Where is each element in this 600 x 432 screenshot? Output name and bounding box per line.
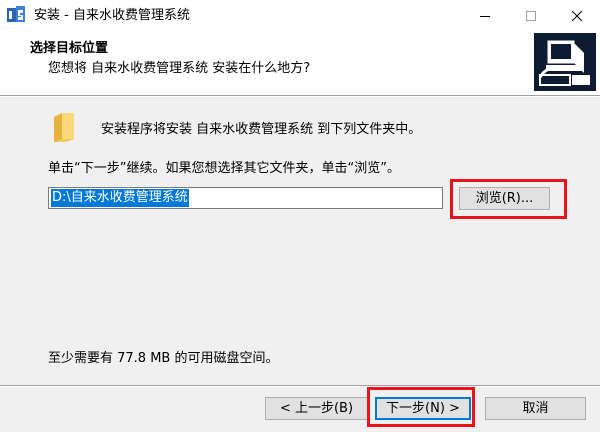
browse-button[interactable]: 浏览(R)...	[459, 187, 550, 210]
install-info-text: 安装程序将安装 自来水收费管理系统 到下列文件夹中。	[101, 122, 422, 137]
close-icon	[571, 10, 583, 22]
next-button[interactable]: 下一步(N) >	[375, 397, 471, 420]
install-path-value: D:\自来水收费管理系统	[51, 189, 189, 207]
maximize-button[interactable]	[508, 0, 554, 31]
back-button[interactable]: < 上一步(B)	[265, 397, 368, 420]
disk-space-text: 至少需要有 77.8 MB 的可用磁盘空间。	[48, 351, 279, 366]
minimize-icon	[480, 16, 490, 17]
title-bar: 安装 - 自来水收费管理系统	[0, 0, 600, 31]
installer-app-icon	[7, 6, 25, 22]
wizard-header: 选择目标位置 您想将 自来水收费管理系统 安装在什么地方?	[0, 31, 600, 95]
window-title: 安装 - 自来水收费管理系统	[34, 8, 190, 23]
page-title: 选择目标位置	[30, 41, 109, 56]
minimize-button[interactable]	[462, 0, 508, 31]
computer-install-icon	[534, 33, 596, 91]
close-button[interactable]	[554, 0, 600, 31]
wizard-footer: < 上一步(B) 下一步(N) > 取消	[0, 387, 600, 432]
install-path-input[interactable]: D:\自来水收费管理系统	[48, 187, 443, 209]
maximize-icon	[526, 11, 536, 21]
folder-icon	[54, 113, 74, 142]
content-panel: 安装程序将安装 自来水收费管理系统 到下列文件夹中。 单击“下一步”继续。如果您…	[0, 97, 600, 385]
instruction-text: 单击“下一步”继续。如果您想选择其它文件夹，单击“浏览”。	[48, 161, 400, 176]
cancel-button[interactable]: 取消	[485, 397, 586, 420]
page-subtitle: 您想将 自来水收费管理系统 安装在什么地方?	[48, 61, 311, 76]
